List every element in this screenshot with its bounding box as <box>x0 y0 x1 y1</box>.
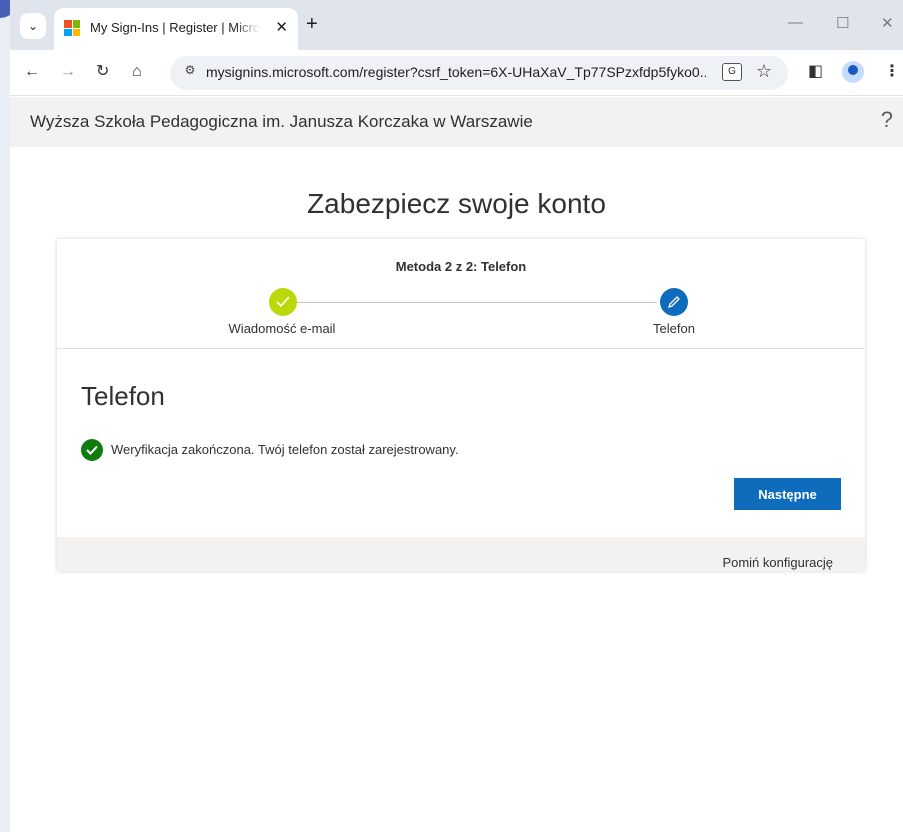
org-name: Wyższa Szkoła Pedagogiczna im. Janusza K… <box>30 112 533 131</box>
browser-window: ⌄ My Sign-Ins | Register | Microsoft ✕ +… <box>10 0 903 832</box>
window-close-icon[interactable]: ✕ <box>881 14 894 32</box>
progress-line <box>287 302 657 303</box>
forward-icon[interactable]: → <box>60 62 76 82</box>
home-icon[interactable]: ⌂ <box>132 62 142 82</box>
minimize-icon[interactable]: — <box>788 14 803 31</box>
page-title: Zabezpiecz swoje konto <box>307 188 606 219</box>
tab-search-button[interactable]: ⌄ <box>20 13 46 39</box>
progress-title: Metoda 2 z 2: Telefon <box>395 259 527 274</box>
section-title: Telefon <box>81 381 165 411</box>
org-header: Wyższa Szkoła Pedagogiczna im. Janusza K… <box>10 97 903 147</box>
step-label-phone: Telefon <box>653 321 695 336</box>
url-text[interactable]: mysignins.microsoft.com/register?csrf_to… <box>206 64 706 80</box>
bookmark-star-icon[interactable]: ☆ <box>756 61 772 82</box>
help-icon[interactable]: ? <box>881 107 893 133</box>
success-message: Weryfikacja zakończona. Twój telefon zos… <box>111 442 459 457</box>
tab-strip: ⌄ My Sign-Ins | Register | Microsoft ✕ +… <box>10 0 903 50</box>
profile-avatar-icon[interactable] <box>842 61 864 83</box>
skip-setup-link[interactable]: Pomiń konfigurację <box>722 555 833 570</box>
browser-toolbar: ← → ↻ ⌂ ⚙ mysignins.microsoft.com/regist… <box>10 50 903 96</box>
site-info-icon[interactable]: ⚙ <box>180 63 200 83</box>
maximize-icon[interactable]: ☐ <box>836 14 849 32</box>
translate-icon[interactable]: G <box>722 63 742 81</box>
success-check-icon <box>81 439 103 461</box>
address-bar[interactable]: ⚙ mysignins.microsoft.com/register?csrf_… <box>170 56 788 90</box>
tab-title: My Sign-Ins | Register | Microsoft <box>90 20 260 35</box>
reload-icon[interactable]: ↻ <box>96 62 109 82</box>
card-footer: Pomiń konfigurację <box>57 537 865 571</box>
back-icon[interactable]: ← <box>24 62 40 82</box>
next-button[interactable]: Następne <box>734 478 841 510</box>
registration-card: Metoda 2 z 2: Telefon Wiadomość e-mail T… <box>57 239 865 571</box>
checkmark-icon <box>269 288 297 316</box>
side-panel-icon[interactable]: ◧ <box>808 62 823 82</box>
menu-icon[interactable]: ⋮ <box>884 62 900 82</box>
close-tab-icon[interactable]: ✕ <box>275 18 288 36</box>
microsoft-logo-icon <box>64 20 80 36</box>
pencil-icon <box>660 288 688 316</box>
step-label-email: Wiadomość e-mail <box>228 321 336 336</box>
active-tab[interactable]: My Sign-Ins | Register | Microsoft ✕ <box>54 8 298 50</box>
progress-header: Metoda 2 z 2: Telefon Wiadomość e-mail T… <box>57 239 865 349</box>
new-tab-icon[interactable]: + <box>306 14 318 34</box>
